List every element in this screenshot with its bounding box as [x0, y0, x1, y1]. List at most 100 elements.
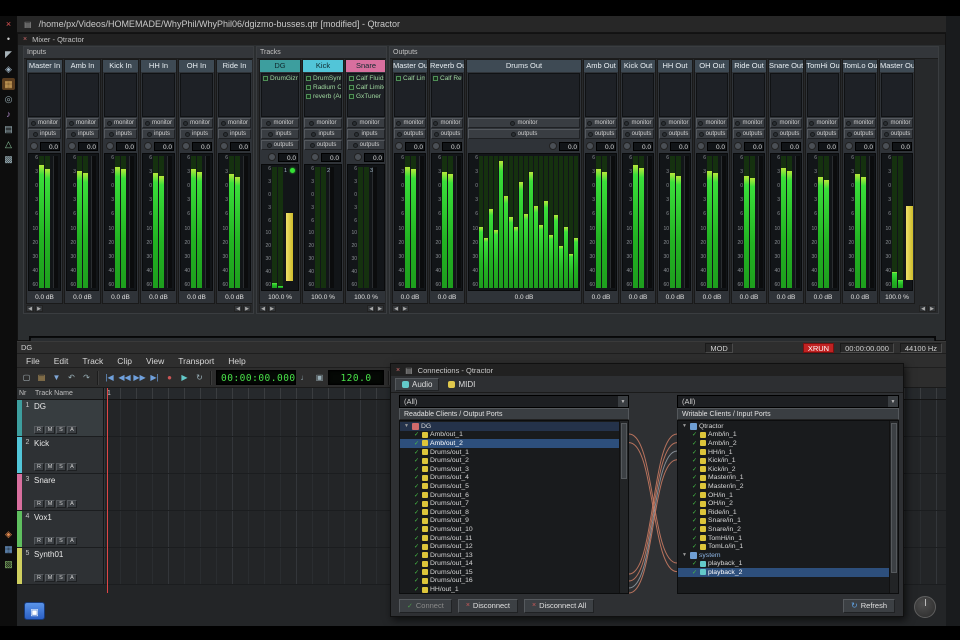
track-m-button[interactable]: M [45, 574, 55, 582]
playhead-cursor[interactable] [107, 388, 108, 593]
strip-title-button[interactable]: Ride In [217, 60, 252, 72]
gain-knob-icon[interactable] [268, 153, 276, 161]
strip-title-button[interactable]: Snare [346, 60, 385, 72]
strip-title-button[interactable]: Ride Out [732, 60, 766, 72]
plugin-list[interactable] [659, 73, 691, 117]
plugin-list[interactable] [622, 73, 654, 117]
chevron-down-icon[interactable]: ▼ [618, 396, 628, 407]
client-row-qtractor[interactable]: ▼Qtractor [678, 422, 898, 431]
strip-monitor-button[interactable]: monitor [659, 118, 691, 128]
strip-inputs-button[interactable]: inputs [218, 129, 251, 139]
gain-knob-icon[interactable] [144, 142, 152, 150]
track-m-button[interactable]: M [45, 426, 55, 434]
gain-value[interactable]: 0.0 [781, 142, 801, 151]
gain-value[interactable]: 0.0 [633, 142, 653, 151]
writable-list-scrollbar[interactable] [889, 421, 898, 593]
strip-monitor-button[interactable]: monitor [696, 118, 728, 128]
refresh-button[interactable]: ↻ Refresh [843, 599, 895, 613]
strip-inputs-button[interactable]: inputs [261, 129, 299, 139]
port-row-master-in-2[interactable]: ✓Master/in_2 [678, 482, 898, 491]
gain-value[interactable]: 0.0 [707, 142, 727, 151]
gain-value[interactable]: 0.0 [670, 142, 690, 151]
volume-fader[interactable] [758, 156, 763, 288]
strip-monitor-button[interactable]: monitor [622, 118, 654, 128]
window-menu-icon[interactable]: ▤ [24, 20, 32, 29]
menu-help[interactable]: Help [221, 354, 252, 368]
strip-outputs-button[interactable]: outputs [468, 129, 580, 139]
menu-view[interactable]: View [139, 354, 171, 368]
track-r-button[interactable]: R [34, 500, 44, 508]
strip-outputs-button[interactable]: outputs [696, 129, 728, 139]
redo-icon[interactable]: ↷ [80, 371, 93, 385]
gain-knob-icon[interactable] [30, 142, 38, 150]
track-a-button[interactable]: A [67, 463, 77, 471]
strip-outputs-button[interactable]: outputs [431, 129, 463, 139]
track-s-button[interactable]: S [56, 574, 66, 582]
scroll-left-icon[interactable]: ◀ [259, 305, 267, 312]
strip-outputs-button[interactable]: outputs [881, 129, 913, 139]
track-r-button[interactable]: R [34, 537, 44, 545]
close-icon[interactable]: × [2, 18, 15, 30]
track-a-button[interactable]: A [67, 500, 77, 508]
gain-value[interactable]: 0.0 [116, 142, 136, 151]
plugin-active-checkbox[interactable] [306, 94, 311, 99]
palette-icon[interactable]: ◈ [2, 528, 15, 540]
scroll-right-icon[interactable]: ▶ [35, 305, 43, 312]
plugin-list[interactable] [28, 73, 61, 117]
plugin-list[interactable] [468, 73, 580, 117]
gain-knob-icon[interactable] [220, 142, 228, 150]
strip-inputs-button[interactable]: inputs [304, 129, 342, 139]
plugin-item[interactable]: reverb (Aud [305, 92, 341, 101]
plugin-item[interactable]: Radium Com [305, 83, 341, 92]
volume-fader[interactable] [329, 167, 334, 288]
tab-audio[interactable]: Audio [395, 378, 439, 391]
strip-title-button[interactable]: OH In [179, 60, 214, 72]
plugin-list[interactable] [770, 73, 802, 117]
plugin-list[interactable] [142, 73, 175, 117]
open-session-icon[interactable]: ▤ [35, 371, 48, 385]
note-tool-icon[interactable]: ♪ [2, 108, 15, 120]
volume-fader[interactable] [286, 167, 294, 288]
scrollbar-thumb[interactable] [621, 423, 627, 479]
port-row-drums-out-10[interactable]: ✓Drums/out_10 [400, 525, 628, 534]
scroll-left-icon[interactable]: ◀ [234, 305, 242, 312]
play-icon[interactable]: ▶ [178, 371, 191, 385]
close-icon[interactable]: × [396, 367, 400, 374]
strip-monitor-button[interactable]: monitor [66, 118, 99, 128]
plugin-item[interactable]: Calf Limiter [395, 74, 425, 83]
gain-knob-icon[interactable] [660, 142, 668, 150]
volume-fader[interactable] [243, 156, 248, 288]
scrollbar-thumb[interactable] [891, 423, 897, 573]
strip-monitor-button[interactable]: monitor [394, 118, 426, 128]
strip-title-button[interactable]: Drums Out [467, 60, 581, 72]
gain-knob-icon[interactable] [106, 142, 114, 150]
volume-fader[interactable] [610, 156, 615, 288]
chevron-down-icon[interactable]: ▼ [888, 396, 898, 407]
strip-monitor-button[interactable]: monitor [218, 118, 251, 128]
gain-value[interactable]: 0.0 [559, 142, 579, 151]
strip-outputs-button[interactable]: outputs [844, 129, 876, 139]
strip-title-button[interactable]: Kick [303, 60, 343, 72]
gain-value[interactable]: 0.0 [405, 142, 425, 151]
tempo-display[interactable]: 120.0 4/4 [328, 370, 384, 385]
track-s-button[interactable]: S [56, 500, 66, 508]
cursor-tool-icon[interactable]: ◤ [2, 48, 15, 60]
volume-fader[interactable] [647, 156, 652, 288]
strip-inputs-button[interactable]: inputs [180, 129, 213, 139]
strip-outputs-button[interactable]: outputs [304, 140, 342, 150]
scroll-right-icon[interactable]: ▶ [243, 305, 251, 312]
strip-monitor-button[interactable]: monitor [770, 118, 802, 128]
volume-fader[interactable] [721, 156, 726, 288]
save-session-icon[interactable]: ▼ [50, 371, 63, 385]
volume-fader[interactable] [795, 156, 800, 288]
gain-knob-icon[interactable] [808, 142, 816, 150]
scroll-right-icon[interactable]: ▶ [268, 305, 276, 312]
strip-monitor-button[interactable]: monitor [180, 118, 213, 128]
plugin-item[interactable]: DrumGizmo [262, 74, 298, 83]
port-row-drums-out-16[interactable]: ✓Drums/out_16 [400, 577, 628, 586]
strip-outputs-button[interactable]: outputs [622, 129, 654, 139]
port-row-amb-in-2[interactable]: ✓Amb/in_2 [678, 439, 898, 448]
tab-midi[interactable]: MIDI [441, 378, 482, 391]
gain-knob-icon[interactable] [697, 142, 705, 150]
plugin-item[interactable]: Calf Limiter [348, 83, 384, 92]
